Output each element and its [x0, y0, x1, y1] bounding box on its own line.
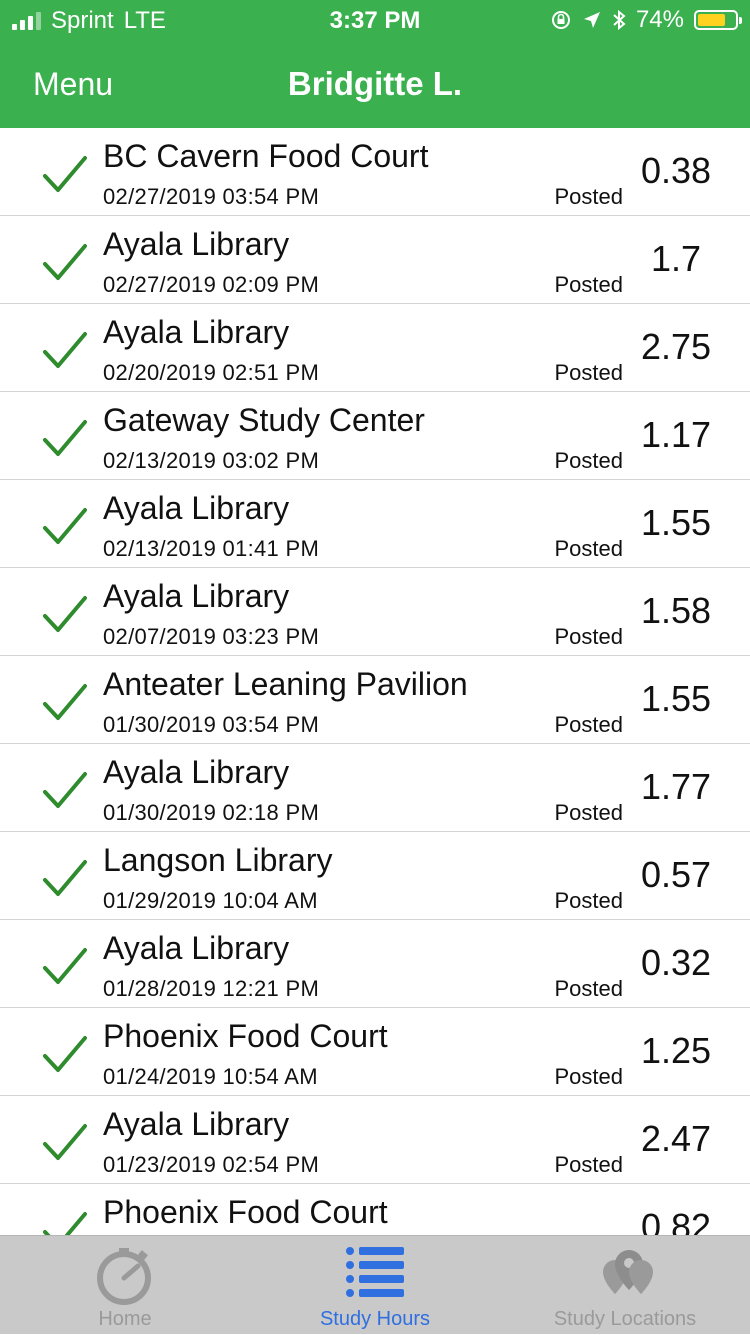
- hours-value: 0.32: [640, 942, 712, 983]
- tab-home-label: Home: [98, 1308, 152, 1330]
- status-label: Posted: [554, 448, 624, 473]
- table-row[interactable]: Ayala Library 01/30/2019 02:18 PM Posted…: [0, 744, 750, 832]
- hours-value: 0.57: [640, 854, 712, 895]
- table-row[interactable]: Phoenix Food Court 0.82: [0, 1184, 750, 1235]
- checkmark-icon: [43, 596, 87, 632]
- bluetooth-icon: [613, 9, 626, 31]
- table-row[interactable]: Ayala Library 01/23/2019 02:54 PM Posted…: [0, 1096, 750, 1184]
- map-pins-icon: [603, 1250, 653, 1294]
- hours-value: 1.55: [640, 502, 712, 543]
- status-label: Posted: [554, 888, 624, 913]
- checkmark-icon: [43, 332, 87, 368]
- table-row[interactable]: Ayala Library 02/27/2019 02:09 PM Posted…: [0, 216, 750, 304]
- table-row[interactable]: Gateway Study Center 02/13/2019 03:02 PM…: [0, 392, 750, 480]
- table-row[interactable]: Ayala Library 02/07/2019 03:23 PM Posted…: [0, 568, 750, 656]
- checkmark-icon: [43, 684, 87, 720]
- battery-fill: [698, 14, 725, 26]
- table-row[interactable]: Ayala Library 01/28/2019 12:21 PM Posted…: [0, 920, 750, 1008]
- checkmark-icon: [43, 860, 87, 896]
- entry-datetime: 01/30/2019 03:54 PM: [103, 712, 320, 737]
- location-name: Ayala Library: [103, 578, 290, 614]
- entry-datetime: 01/28/2019 12:21 PM: [103, 976, 320, 1001]
- status-label: Posted: [554, 1064, 624, 1089]
- study-hours-list[interactable]: BC Cavern Food Court 02/27/2019 03:54 PM…: [0, 128, 750, 1235]
- status-label: Posted: [554, 360, 624, 385]
- location-name: Phoenix Food Court: [103, 1018, 388, 1054]
- entry-datetime: 01/29/2019 10:04 AM: [103, 888, 318, 913]
- entry-datetime: 02/20/2019 02:51 PM: [103, 360, 320, 385]
- entry-datetime: 02/13/2019 03:02 PM: [103, 448, 320, 473]
- checkmark-icon: [43, 772, 87, 808]
- entry-datetime: 02/27/2019 03:54 PM: [103, 184, 320, 209]
- status-label: Posted: [554, 800, 624, 825]
- status-bar: Sprint LTE 3:37 PM 74%: [0, 0, 750, 40]
- entry-datetime: 02/13/2019 01:41 PM: [103, 536, 320, 561]
- tab-study-locations-label: Study Locations: [553, 1308, 697, 1330]
- status-label: Posted: [554, 712, 624, 737]
- status-label: Posted: [554, 536, 624, 561]
- location-name: Ayala Library: [103, 226, 290, 262]
- hours-value: 0.38: [640, 150, 712, 191]
- status-label: Posted: [554, 1152, 624, 1177]
- hours-value: 1.58: [640, 590, 712, 631]
- location-arrow-icon: [583, 12, 600, 28]
- status-label: Posted: [554, 976, 624, 1001]
- checkmark-icon: [43, 420, 87, 456]
- hours-value: 2.47: [640, 1118, 712, 1159]
- entry-datetime: 02/27/2019 02:09 PM: [103, 272, 320, 297]
- tab-study-hours[interactable]: Study Hours: [250, 1236, 500, 1335]
- checkmark-icon: [43, 156, 87, 192]
- hours-value: 1.17: [640, 414, 712, 455]
- location-name: BC Cavern Food Court: [103, 138, 429, 174]
- status-label: Posted: [554, 624, 624, 649]
- location-name: Gateway Study Center: [103, 402, 425, 438]
- table-row[interactable]: Phoenix Food Court 01/24/2019 10:54 AM P…: [0, 1008, 750, 1096]
- table-row[interactable]: Langson Library 01/29/2019 10:04 AM Post…: [0, 832, 750, 920]
- location-name: Ayala Library: [103, 490, 290, 526]
- nav-bar: Menu Bridgitte L.: [0, 40, 750, 128]
- hours-value: 2.75: [640, 326, 712, 367]
- page-title: Bridgitte L.: [287, 65, 463, 102]
- hours-value: 1.25: [640, 1030, 712, 1071]
- hours-value: 1.77: [640, 766, 712, 807]
- tab-bar: Home Study Hours Study Locations: [0, 1235, 750, 1334]
- location-name: Anteater Leaning Pavilion: [103, 666, 468, 702]
- checkmark-icon: [43, 1124, 87, 1160]
- list-icon: [346, 1247, 404, 1297]
- location-name: Ayala Library: [103, 314, 290, 350]
- checkmark-icon: [43, 508, 87, 544]
- battery-percent: 74%: [635, 6, 684, 33]
- entry-datetime: 01/30/2019 02:18 PM: [103, 800, 320, 825]
- hours-value: 0.82: [640, 1206, 712, 1235]
- entry-datetime: 01/24/2019 10:54 AM: [103, 1064, 318, 1089]
- location-name: Phoenix Food Court: [103, 1194, 388, 1230]
- checkmark-icon: [43, 1212, 87, 1235]
- checkmark-icon: [43, 1036, 87, 1072]
- status-label: Posted: [554, 272, 624, 297]
- entry-datetime: 01/23/2019 02:54 PM: [103, 1152, 320, 1177]
- tab-study-hours-label: Study Hours: [319, 1308, 431, 1330]
- status-right: 74%: [550, 6, 742, 34]
- rotation-lock-icon: [551, 11, 570, 29]
- entry-datetime: 02/07/2019 03:23 PM: [103, 624, 320, 649]
- location-name: Ayala Library: [103, 930, 290, 966]
- table-row[interactable]: Ayala Library 02/20/2019 02:51 PM Posted…: [0, 304, 750, 392]
- hours-value: 1.7: [650, 238, 702, 279]
- table-row[interactable]: BC Cavern Food Court 02/27/2019 03:54 PM…: [0, 128, 750, 216]
- status-label: Posted: [554, 184, 624, 209]
- battery-icon: [694, 10, 742, 30]
- stopwatch-icon: [97, 1248, 151, 1305]
- checkmark-icon: [43, 948, 87, 984]
- tab-study-locations[interactable]: Study Locations: [500, 1236, 750, 1335]
- checkmark-icon: [43, 244, 87, 280]
- table-row[interactable]: Anteater Leaning Pavilion 01/30/2019 03:…: [0, 656, 750, 744]
- location-name: Ayala Library: [103, 754, 290, 790]
- location-name: Langson Library: [103, 842, 333, 878]
- table-row[interactable]: Ayala Library 02/13/2019 01:41 PM Posted…: [0, 480, 750, 568]
- tab-home[interactable]: Home: [0, 1236, 250, 1335]
- location-name: Ayala Library: [103, 1106, 290, 1142]
- hours-value: 1.55: [640, 678, 712, 719]
